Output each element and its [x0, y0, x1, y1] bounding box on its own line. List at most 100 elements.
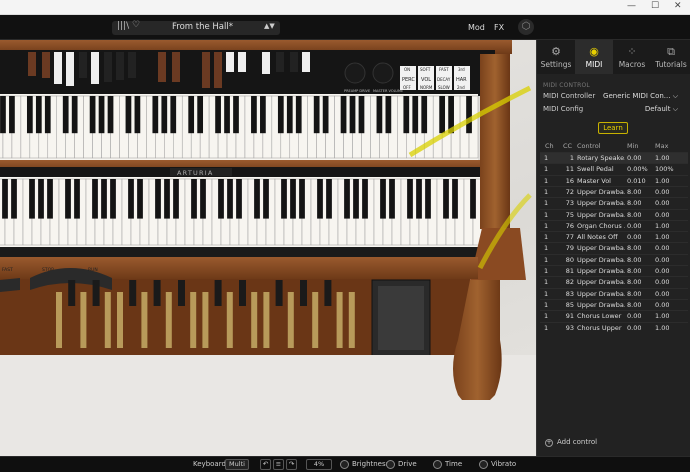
black-key[interactable] [89, 96, 96, 134]
library-icon[interactable]: |||\ [117, 21, 129, 31]
menu-icon[interactable]: ≡ [273, 459, 284, 470]
keyboard-mode-select[interactable]: Multi [225, 459, 249, 470]
black-key[interactable] [416, 179, 422, 219]
learn-button[interactable]: Learn [598, 122, 628, 134]
add-control-button[interactable]: + Add control [545, 438, 597, 447]
black-key[interactable] [317, 179, 323, 219]
black-key[interactable] [353, 179, 359, 219]
black-key[interactable] [233, 96, 239, 134]
black-key[interactable] [299, 179, 305, 219]
black-key[interactable] [263, 179, 269, 219]
mod-button[interactable]: Mod [468, 23, 485, 32]
black-key[interactable] [385, 96, 392, 134]
heart-icon[interactable]: ♡ [132, 20, 140, 30]
midi-config-select[interactable]: Default ⌵ [645, 105, 678, 114]
tab-midi[interactable]: ◉ MIDI [575, 40, 613, 74]
table-row[interactable]: 1 83 Upper Drawba... 8.00 0.00 [540, 287, 688, 299]
pedal-key[interactable] [300, 280, 307, 306]
black-key[interactable] [62, 96, 69, 134]
table-row[interactable]: 1 72 Upper Drawba... 8.00 0.00 [540, 185, 688, 197]
pedal-key[interactable] [129, 280, 137, 306]
black-key[interactable] [224, 96, 230, 134]
black-key[interactable] [11, 179, 17, 219]
pedal-key[interactable] [68, 280, 76, 306]
table-row[interactable]: 1 85 Upper Drawba... 8.00 0.00 [540, 298, 688, 310]
black-key[interactable] [47, 179, 53, 219]
pedal-key[interactable] [239, 280, 246, 306]
black-key[interactable] [26, 96, 33, 134]
black-key[interactable] [164, 179, 170, 219]
preset-name[interactable]: From the Hall* [172, 22, 233, 32]
redo-icon[interactable]: ↷ [286, 459, 297, 470]
black-key[interactable] [349, 96, 356, 134]
close-button[interactable]: ✕ [674, 1, 682, 11]
black-key[interactable] [128, 179, 134, 219]
pedal-key[interactable] [226, 292, 233, 348]
preset-nav-arrows[interactable]: ▲▼ [264, 22, 275, 30]
undo-icon[interactable]: ↶ [260, 459, 271, 470]
black-key[interactable] [98, 96, 105, 134]
black-key[interactable] [173, 179, 179, 219]
pedal-key[interactable] [141, 292, 148, 348]
black-key[interactable] [170, 96, 177, 134]
pedal-key[interactable] [178, 280, 185, 306]
minimize-button[interactable]: — [627, 1, 636, 11]
upper-manual-keys[interactable] [0, 95, 479, 159]
black-key[interactable] [403, 96, 410, 134]
black-key[interactable] [65, 179, 71, 219]
black-key[interactable] [2, 179, 8, 219]
black-key[interactable] [155, 179, 161, 219]
black-key[interactable] [200, 179, 206, 219]
black-key[interactable] [188, 96, 195, 134]
pedal-key[interactable] [92, 280, 100, 306]
pedal-key[interactable] [312, 292, 319, 348]
black-key[interactable] [137, 179, 143, 219]
black-key[interactable] [407, 179, 413, 219]
black-key[interactable] [38, 179, 44, 219]
pedal-key[interactable] [275, 280, 283, 306]
black-key[interactable] [340, 96, 347, 134]
black-key[interactable] [197, 96, 204, 134]
black-key[interactable] [295, 96, 302, 134]
master-volume-knob[interactable] [372, 62, 394, 84]
pedal-key[interactable] [287, 292, 294, 348]
pedal-key[interactable] [348, 292, 355, 348]
black-key[interactable] [358, 96, 365, 134]
black-key[interactable] [110, 179, 116, 219]
table-row[interactable]: 1 82 Upper Drawba... 8.00 0.00 [540, 276, 688, 287]
black-key[interactable] [0, 96, 6, 134]
black-key[interactable] [236, 179, 242, 219]
pedal-key[interactable] [214, 280, 222, 306]
maximize-button[interactable]: ☐ [651, 1, 659, 11]
table-row[interactable]: 1 79 Upper Drawba... 8.00 0.00 [540, 242, 688, 253]
gear-icon[interactable]: ⬡ [518, 19, 534, 35]
black-key[interactable] [35, 96, 42, 134]
vibrato-knob[interactable] [479, 460, 488, 469]
drive-knob[interactable] [386, 460, 395, 469]
table-row[interactable]: 1 93 Chorus Upper 0.00 1.00 [540, 321, 688, 333]
tab-settings[interactable]: ⚙ Settings [537, 40, 575, 74]
black-key[interactable] [286, 96, 293, 134]
table-row[interactable]: 1 77 All Notes Off 0.00 1.00 [540, 231, 688, 242]
table-row[interactable]: 1 1 Rotary Speake... 0.00 1.00 [540, 152, 688, 163]
black-key[interactable] [421, 96, 428, 134]
black-key[interactable] [251, 96, 257, 134]
black-key[interactable] [322, 96, 329, 134]
black-key[interactable] [362, 179, 368, 219]
table-row[interactable]: 1 76 Organ Chorus ... 0.00 1.00 [540, 219, 688, 231]
rotary-fast-lever[interactable] [0, 278, 20, 292]
black-key[interactable] [452, 179, 458, 219]
midi-controller-select[interactable]: Generic MIDI Con... ⌵ [603, 92, 678, 101]
black-key[interactable] [470, 179, 476, 219]
table-row[interactable]: 1 81 Upper Drawba... 8.00 0.00 [540, 265, 688, 276]
table-row[interactable]: 1 16 Master Vol 0.010 1.00 [540, 174, 688, 186]
black-key[interactable] [9, 96, 15, 134]
black-key[interactable] [326, 179, 332, 219]
pedal-key[interactable] [165, 292, 172, 348]
table-row[interactable]: 1 75 Upper Drawba... 8.00 0.00 [540, 208, 688, 220]
pedal-key[interactable] [190, 292, 197, 348]
pedal-key[interactable] [202, 292, 209, 348]
black-key[interactable] [443, 179, 449, 219]
table-row[interactable]: 1 11 Swell Pedal 0.00% 100% [540, 163, 688, 174]
pedal-key[interactable] [80, 292, 87, 348]
